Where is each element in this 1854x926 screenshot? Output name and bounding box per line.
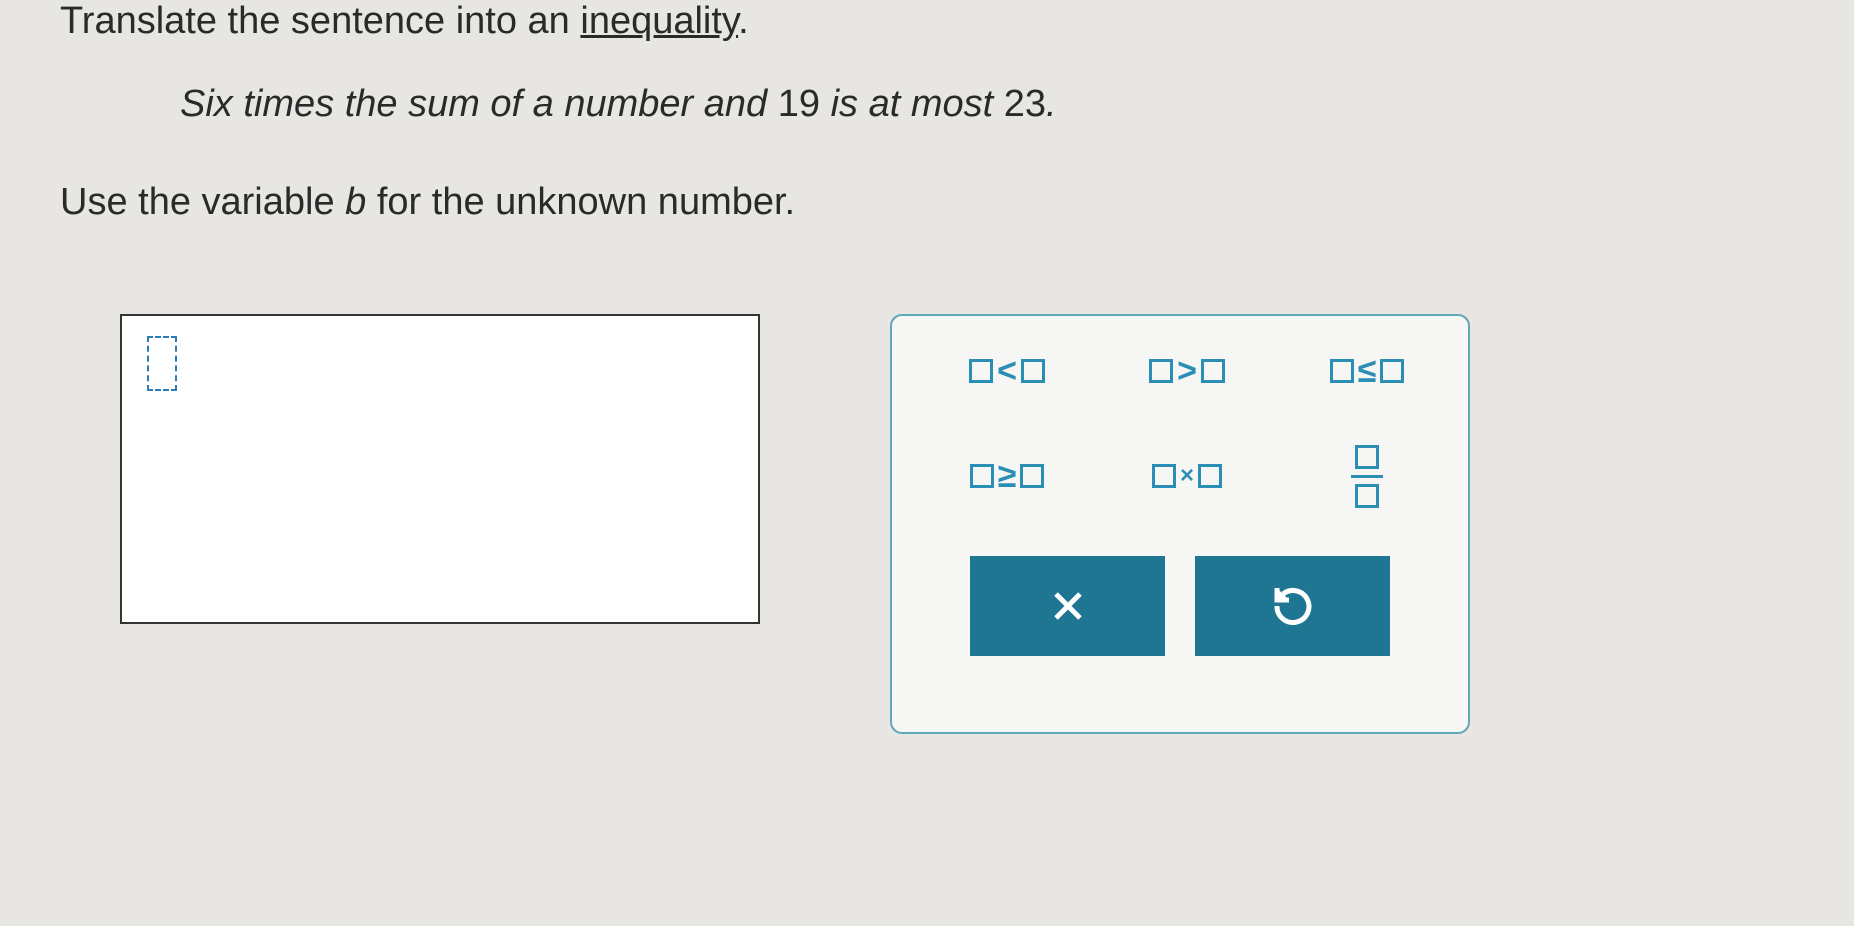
placeholder-box (970, 464, 994, 488)
placeholder-box (1201, 359, 1225, 383)
problem-prefix: Six times the sum of a number and (180, 83, 778, 125)
var-instruction-prefix: Use the variable (60, 181, 345, 223)
instruction-prefix: Translate the sentence into an (60, 0, 580, 42)
variable-name: b (345, 181, 366, 223)
placeholder-box (1355, 484, 1379, 508)
placeholder-box (1330, 359, 1354, 383)
placeholder-box (1198, 464, 1222, 488)
less-than-icon: < (997, 352, 1017, 391)
greater-than-icon: > (1177, 352, 1197, 391)
times-button[interactable]: × (1127, 451, 1247, 501)
placeholder-box (1020, 464, 1044, 488)
variable-instruction: Use the variable b for the unknown numbe… (60, 181, 1794, 224)
symbol-tools-panel: < > ≤ ≥ × (890, 314, 1470, 734)
placeholder-box (1149, 359, 1173, 383)
action-row (927, 556, 1433, 656)
fraction-bar (1351, 475, 1383, 478)
greater-than-button[interactable]: > (1127, 346, 1247, 396)
placeholder-box (1355, 445, 1379, 469)
fraction-icon (1351, 445, 1383, 508)
greater-equal-button[interactable]: ≥ (947, 451, 1067, 501)
fraction-button[interactable] (1307, 451, 1427, 501)
placeholder-box (1380, 359, 1404, 383)
placeholder-box (969, 359, 993, 383)
times-icon: × (1180, 462, 1194, 490)
problem-statement: Six times the sum of a number and 19 is … (180, 83, 1794, 126)
answer-input-box[interactable] (120, 314, 760, 624)
x-icon (1044, 582, 1092, 630)
less-than-button[interactable]: < (947, 346, 1067, 396)
less-equal-icon: ≤ (1358, 352, 1377, 391)
instruction-suffix: . (738, 0, 749, 42)
problem-suffix: . (1046, 83, 1057, 125)
symbol-row-2: ≥ × (927, 451, 1433, 501)
var-instruction-suffix: for the unknown number. (366, 181, 795, 223)
instruction-text: Translate the sentence into an inequalit… (60, 0, 1794, 43)
greater-equal-icon: ≥ (998, 457, 1017, 496)
symbol-row-1: < > ≤ (927, 346, 1433, 396)
input-cursor (147, 336, 177, 391)
less-equal-button[interactable]: ≤ (1307, 346, 1427, 396)
reset-button[interactable] (1195, 556, 1390, 656)
placeholder-box (1021, 359, 1045, 383)
problem-num1: 19 (778, 83, 820, 125)
placeholder-box (1152, 464, 1176, 488)
problem-num2: 23 (1004, 83, 1046, 125)
inequality-link[interactable]: inequality (580, 0, 738, 42)
undo-icon (1269, 582, 1317, 630)
problem-mid: is at most (820, 83, 1004, 125)
clear-button[interactable] (970, 556, 1165, 656)
